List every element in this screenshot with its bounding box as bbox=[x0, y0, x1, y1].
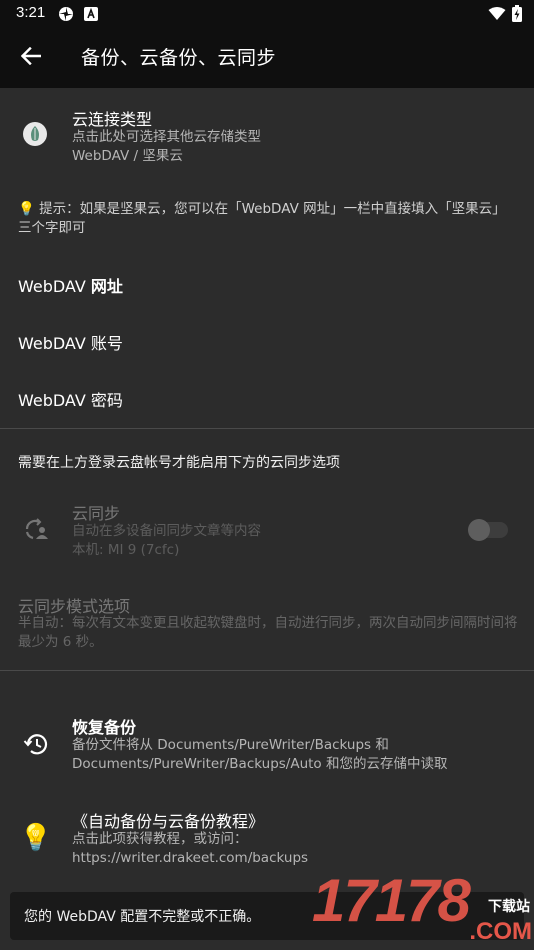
webdav-url-label: WebDAV 网址 bbox=[18, 273, 123, 297]
restore-backup-title: 恢复备份 bbox=[72, 718, 137, 737]
sync-user-icon bbox=[19, 512, 55, 548]
tutorial-title: 《自动备份与云备份教程》 bbox=[72, 812, 265, 831]
status-time: 3:21 bbox=[16, 4, 46, 21]
cloud-sync-subtitle: 自动在多设备间同步文章等内容 bbox=[72, 523, 261, 539]
sync-notice: 需要在上方登录云盘帐号才能启用下方的云同步选项 bbox=[18, 455, 340, 471]
webdav-url-prefix: WebDAV bbox=[18, 277, 91, 296]
toggle-knob bbox=[468, 519, 490, 541]
a-box-icon bbox=[84, 6, 100, 22]
webdav-password-item[interactable]: WebDAV 密码 bbox=[0, 374, 534, 424]
watermark-digits: 17178 bbox=[312, 867, 471, 934]
wifi-icon bbox=[488, 6, 506, 25]
status-bar: 3:21 bbox=[0, 0, 534, 28]
webdav-account-label: WebDAV 账号 bbox=[18, 334, 123, 353]
cloud-type-value: WebDAV / 坚果云 bbox=[72, 148, 183, 164]
tutorial-subtitle: 点击此项获得教程，或访问： bbox=[72, 831, 248, 847]
snackbar-message: 您的 WebDAV 配置不完整或不正确。 bbox=[24, 909, 261, 925]
cloud-sync-toggle[interactable] bbox=[468, 519, 508, 541]
pinwheel-icon bbox=[58, 6, 74, 22]
sync-mode-description: 半自动：每次有文本变更且收起软键盘时，自动进行同步，两次自动同步间隔时间将最少为… bbox=[18, 615, 518, 650]
backup-tutorial-item[interactable]: 💡 《自动备份与云备份教程》 点击此项获得教程，或访问： https://wri… bbox=[0, 800, 534, 876]
cloud-sync-item[interactable]: 云同步 自动在多设备间同步文章等内容 本机: MI 9 (7cfc) bbox=[0, 492, 534, 568]
app-bar: 备份、云备份、云同步 bbox=[0, 28, 534, 88]
page-title: 备份、云备份、云同步 bbox=[81, 47, 277, 69]
cloud-type-title: 云连接类型 bbox=[72, 110, 153, 129]
watermark-logo: 17178 下载站 .COM bbox=[312, 866, 534, 950]
restore-backup-item[interactable]: 恢复备份 备份文件将从 Documents/PureWriter/Backups… bbox=[0, 706, 534, 782]
divider bbox=[0, 428, 534, 429]
sync-mode-item[interactable]: 云同步模式选项 半自动：每次有文本变更且收起软键盘时，自动进行同步，两次自动同步… bbox=[0, 584, 534, 660]
arrow-left-icon bbox=[20, 46, 42, 69]
webdav-account-item[interactable]: WebDAV 账号 bbox=[0, 317, 534, 367]
settings-list: 云连接类型 点击此处可选择其他云存储类型 WebDAV / 坚果云 💡 提示：如… bbox=[0, 88, 534, 950]
webdav-hint: 💡 提示：如果是坚果云，您可以在「WebDAV 网址」一栏中直接填入「坚果云」三… bbox=[18, 200, 518, 238]
restore-backup-description: 备份文件将从 Documents/PureWriter/Backups 和 Do… bbox=[72, 737, 448, 772]
cloud-sync-device: 本机: MI 9 (7cfc) bbox=[72, 542, 180, 558]
cloud-type-item[interactable]: 云连接类型 点击此处可选择其他云存储类型 WebDAV / 坚果云 bbox=[0, 98, 534, 174]
webdav-url-item[interactable]: WebDAV 网址 bbox=[0, 260, 534, 310]
watermark-site: 下载站 bbox=[488, 899, 530, 915]
history-icon bbox=[18, 726, 54, 762]
cloud-type-subtitle: 点击此处可选择其他云存储类型 bbox=[72, 129, 261, 145]
cloud-sync-title: 云同步 bbox=[72, 504, 121, 523]
battery-charging-icon bbox=[512, 5, 522, 26]
lightbulb-icon: 💡 bbox=[19, 823, 53, 853]
watermark-domain: .COM bbox=[469, 918, 532, 945]
webdav-password-label: WebDAV 密码 bbox=[18, 391, 123, 410]
webdav-url-bold: 网址 bbox=[90, 277, 123, 296]
back-button[interactable] bbox=[14, 42, 48, 74]
divider bbox=[0, 670, 534, 671]
hint-text: 提示：如果是坚果云，您可以在「WebDAV 网址」一栏中直接填入「坚果云」三个字… bbox=[18, 201, 506, 236]
nut-icon bbox=[17, 116, 53, 152]
tutorial-url[interactable]: https://writer.drakeet.com/backups bbox=[72, 849, 308, 868]
lightbulb-icon: 💡 bbox=[18, 201, 35, 217]
